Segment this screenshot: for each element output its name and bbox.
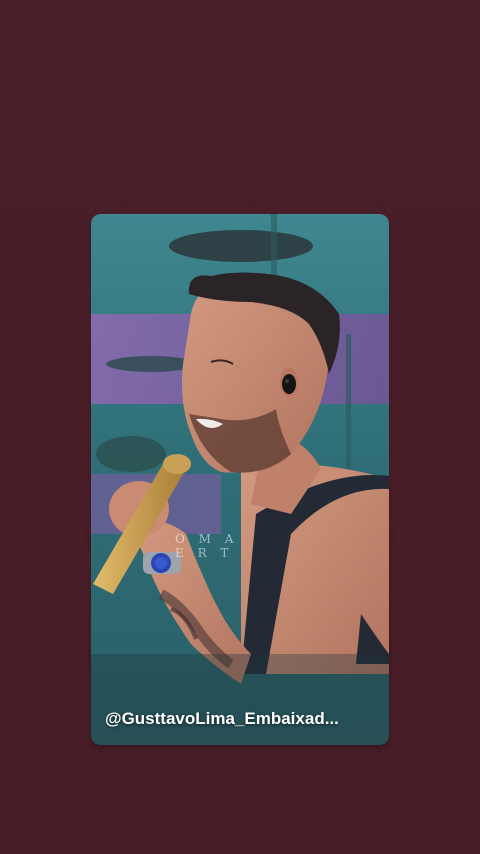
stage-letters-line1: O M A (175, 532, 239, 546)
background-stage-letters: O M A E R T (175, 532, 238, 560)
shared-post-card[interactable]: O M A E R T @GusttavoLima_Embaixad... (91, 214, 389, 745)
story-screen: O M A E R T @GusttavoLima_Embaixad... (0, 0, 480, 854)
earpiece-icon (282, 374, 296, 394)
post-photo (91, 214, 389, 745)
mention-handle[interactable]: @GusttavoLima_Embaixad... (105, 709, 375, 729)
stage-letters-line2: E R T (175, 546, 234, 560)
